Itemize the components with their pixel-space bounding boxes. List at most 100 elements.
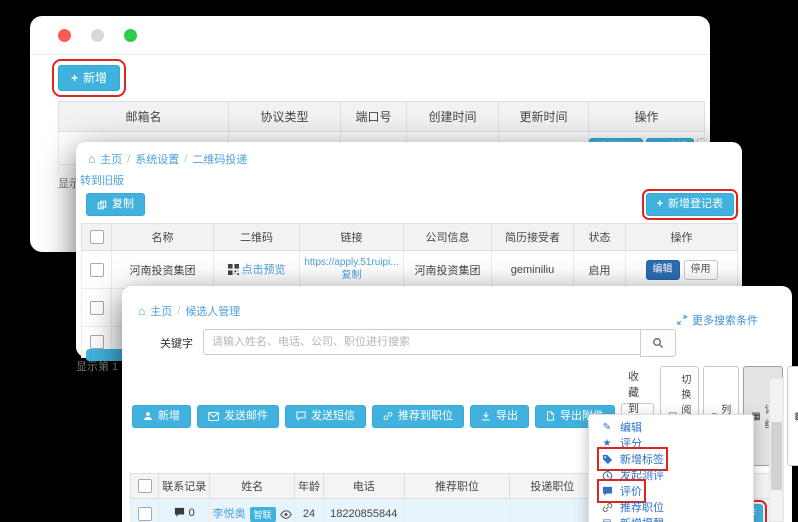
more-search-link[interactable]: 更多搜索条件 (677, 312, 758, 328)
menu-item-label: 评价 (620, 483, 642, 499)
comment-icon (296, 411, 306, 421)
search-input[interactable] (203, 329, 640, 355)
tag-icon (601, 454, 613, 465)
row-checkbox[interactable] (138, 507, 152, 521)
menu-item-label: 发起测评 (620, 467, 664, 483)
search-button[interactable] (640, 329, 676, 357)
plus-icon: + (657, 199, 663, 210)
receiver-cell: geminiliu (492, 251, 574, 289)
send-mail-button[interactable]: 发送邮件 (197, 405, 279, 428)
menu-item-add-tag[interactable]: 新增标签 (589, 451, 753, 467)
calendar-icon: ▤ (601, 518, 613, 522)
col-created: 创建时间 (407, 102, 499, 132)
menu-item-comment[interactable]: 评价 (589, 483, 753, 499)
disable-button[interactable]: 停用 (684, 260, 718, 280)
select-all-cell (131, 474, 159, 499)
table-row: 河南投资集团 点击预览 https://apply.51ruipi... 复制 … (82, 251, 738, 289)
col-contact-log: 联系记录 (159, 474, 210, 499)
actions-cell: 编辑 停用 (626, 251, 738, 289)
scrollbar[interactable] (769, 378, 784, 522)
export-label: 导出 (496, 411, 518, 422)
add-candidate-button[interactable]: 新增 (132, 405, 191, 428)
breadcrumb-settings[interactable]: 系统设置 (135, 151, 179, 167)
traffic-light-close-icon[interactable] (58, 29, 71, 42)
traffic-light-zoom-icon[interactable] (124, 29, 137, 42)
menu-item-edit[interactable]: ✎ 编辑 (589, 419, 753, 435)
person-icon (143, 411, 153, 421)
breadcrumb-home[interactable]: 主页 (150, 303, 172, 319)
col-applied-job: 投递职位 (510, 474, 595, 499)
recommend-to-job-button[interactable]: 推荐到职位 (372, 405, 464, 428)
col-name: 名称 (112, 224, 214, 251)
menu-item-score[interactable]: ★ 评分 (589, 435, 753, 451)
menu-item-label: 编辑 (620, 419, 642, 435)
qr-code-icon (228, 264, 239, 275)
contact-log-cell: 0 (159, 499, 210, 522)
menu-item-label: 新增标签 (620, 451, 664, 467)
link-cell: https://apply.51ruipi... 复制 (300, 251, 404, 289)
breadcrumb-separator: / (177, 305, 180, 317)
row-checkbox[interactable] (90, 263, 104, 277)
send-sms-label: 发送短信 (311, 411, 355, 422)
add-mailbox-button[interactable]: + 新增 (58, 65, 120, 91)
menu-item-label: 新增提醒 (620, 515, 664, 522)
breadcrumb-separator: / (127, 153, 130, 165)
col-company: 公司信息 (404, 224, 492, 251)
recommended-job-cell (404, 499, 509, 522)
name-cell: 李悦奥 智联 (210, 499, 295, 522)
apply-url-link[interactable]: https://apply.51ruipi... (304, 257, 398, 268)
window-titlebar (30, 16, 710, 55)
company-cell: 河南投资集团 (404, 251, 492, 289)
scrollbar-thumb[interactable] (771, 422, 782, 490)
add-mailbox-label: 新增 (83, 72, 107, 84)
traffic-light-minimize-icon[interactable] (91, 29, 104, 42)
col-actions: 操作 (626, 224, 738, 251)
copy-button[interactable]: 复制 (86, 193, 145, 216)
file-icon (546, 411, 555, 421)
copy-icon (97, 200, 107, 210)
menu-item-start-eval[interactable]: 发起测评 (589, 467, 753, 483)
breadcrumb-home[interactable]: 主页 (100, 151, 122, 167)
recommend-to-job-label: 推荐到职位 (398, 411, 453, 422)
col-protocol: 协议类型 (229, 102, 341, 132)
disable-label: 停用 (691, 265, 711, 275)
search-row: 关键字 (160, 329, 792, 357)
candidate-name-link[interactable]: 李悦奥 (213, 505, 246, 522)
envelope-icon (208, 412, 219, 421)
export-button[interactable]: 导出 (470, 405, 529, 428)
row-checkbox[interactable] (90, 301, 104, 315)
col-age: 年龄 (295, 474, 323, 499)
eye-icon[interactable] (280, 510, 292, 519)
menu-item-recommend-job[interactable]: 推荐职位 (589, 499, 753, 515)
row-checkbox[interactable] (90, 335, 104, 349)
col-phone: 电话 (323, 474, 404, 499)
qr-preview-link[interactable]: 点击预览 (242, 261, 286, 277)
add-registration-form-button[interactable]: + 新增登记表 (646, 193, 734, 216)
grid-view-button[interactable]: ▩ (787, 366, 798, 466)
applied-job-cell (510, 499, 595, 522)
status-cell: 启用 (574, 251, 626, 289)
expand-icon (677, 315, 687, 325)
pencil-icon: ✎ (601, 422, 613, 433)
col-port: 端口号 (341, 102, 407, 132)
old-version-link[interactable]: 转到旧版 (80, 172, 742, 188)
home-icon: ⌂ (88, 152, 95, 166)
select-all-checkbox[interactable] (90, 230, 104, 244)
col-qrcode: 二维码 (214, 224, 300, 251)
col-link: 链接 (300, 224, 404, 251)
desktop-stage: + 新增 邮箱名 协议类型 端口号 创建时间 更新时间 操作 43984063@ (0, 0, 798, 522)
send-sms-button[interactable]: 发送短信 (285, 405, 366, 428)
link-copy-action[interactable]: 复制 (342, 270, 362, 281)
copy-label: 复制 (112, 199, 134, 210)
plus-icon: + (71, 72, 78, 84)
select-all-cell (82, 224, 112, 251)
more-search-label: 更多搜索条件 (692, 312, 758, 328)
link-icon (601, 502, 613, 513)
select-all-checkbox[interactable] (138, 479, 152, 493)
col-status: 状态 (574, 224, 626, 251)
menu-item-add-reminder[interactable]: ▤ 新增提醒 (589, 515, 753, 522)
row-action-menu: ✎ 编辑 ★ 评分 新增标签 发起测评 (588, 414, 754, 522)
edit-button[interactable]: 编辑 (646, 260, 680, 280)
home-icon: ⌂ (138, 304, 145, 318)
col-name: 姓名 (210, 474, 295, 499)
